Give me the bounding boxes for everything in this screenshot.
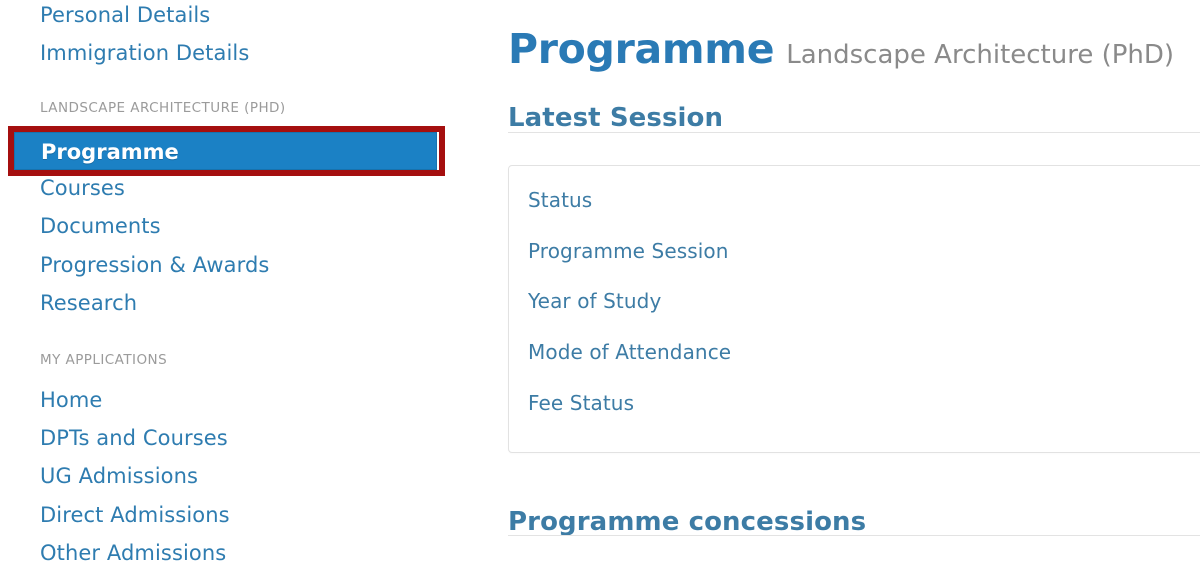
card-row-status-label: Status — [528, 188, 593, 212]
latest-session-card: Status Programme Session Year of Study M… — [508, 165, 1200, 453]
sidebar-item-personal-details[interactable]: Personal Details — [40, 5, 210, 26]
sidebar-item-direct-admissions[interactable]: Direct Admissions — [40, 505, 230, 526]
latest-session-divider — [508, 132, 1200, 133]
sidebar-item-courses[interactable]: Courses — [40, 178, 125, 199]
sidebar-item-ug-admissions[interactable]: UG Admissions — [40, 466, 198, 487]
sidebar-item-progression-and-awards[interactable]: Progression & Awards — [40, 255, 269, 276]
sidebar-section-heading-my-applications: MY APPLICATIONS — [40, 352, 168, 368]
application-page: Personal Details Immigration Details LAN… — [0, 0, 1200, 564]
programme-concessions-heading: Programme concessions — [508, 506, 867, 537]
sidebar-item-programme[interactable]: Programme — [14, 132, 437, 170]
sidebar-item-programme-label: Programme — [41, 140, 179, 164]
programme-concessions-divider — [508, 535, 1200, 536]
card-row-mode-of-attendance-label: Mode of Attendance — [528, 340, 732, 364]
card-row-programme-session-label: Programme Session — [528, 239, 729, 263]
latest-session-heading: Latest Session — [508, 102, 724, 133]
sidebar-item-other-admissions[interactable]: Other Admissions — [40, 543, 226, 564]
page-subtitle: Landscape Architecture (PhD) — [786, 40, 1175, 71]
card-row-year-of-study-label: Year of Study — [528, 289, 662, 313]
sidebar-item-documents[interactable]: Documents — [40, 216, 161, 237]
sidebar-navigation: Personal Details Immigration Details LAN… — [0, 0, 470, 564]
sidebar-section-heading-landscape-architecture: LANDSCAPE ARCHITECTURE (PHD) — [40, 100, 286, 116]
main-content: Programme Landscape Architecture (PhD) La… — [470, 0, 1200, 557]
card-row-fee-status-label: Fee Status — [528, 391, 635, 415]
sidebar-item-dpts-and-courses[interactable]: DPTs and Courses — [40, 428, 228, 449]
sidebar-item-home[interactable]: Home — [40, 390, 102, 411]
sidebar-item-immigration-details[interactable]: Immigration Details — [40, 43, 249, 64]
page-title: Programme — [508, 25, 775, 74]
page-header: Programme Landscape Architecture (PhD) — [508, 0, 1174, 99]
sidebar-item-research[interactable]: Research — [40, 293, 137, 314]
